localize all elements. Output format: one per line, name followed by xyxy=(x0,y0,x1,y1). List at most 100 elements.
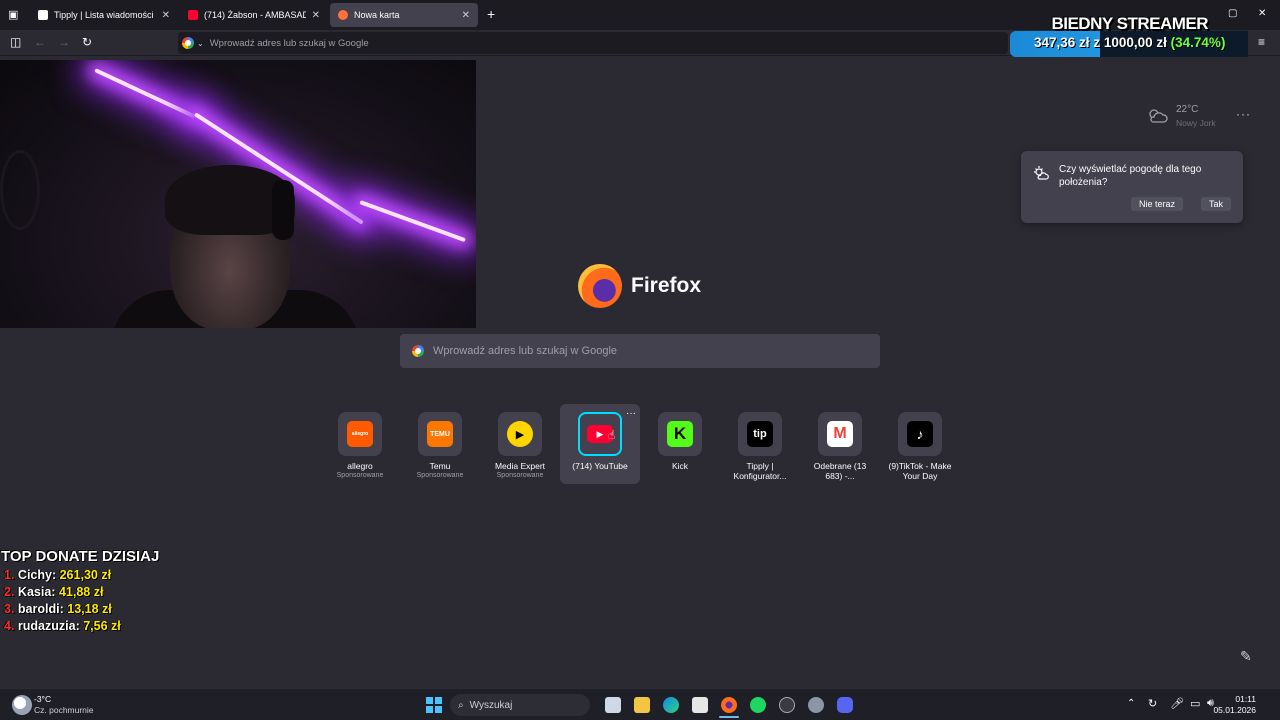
donor-row: 3. baroldi: 13,18 zł xyxy=(4,602,112,616)
site-label: Odebrane (13 683) -... xyxy=(813,461,867,481)
tab-list-icon[interactable]: ▣ xyxy=(8,8,18,21)
popup-message: Czy wyświetlać pogodę dla tego położenia… xyxy=(1059,164,1202,188)
top-site-tipply[interactable]: tip Tipply | Konfigurator... xyxy=(728,404,792,484)
clock-time: 01:11 xyxy=(1235,694,1256,704)
clock[interactable]: 01:11 05.01.2026 xyxy=(1213,694,1256,716)
sidebar-icon[interactable]: ◫ xyxy=(10,35,21,49)
weather-temperature: 22°C xyxy=(1176,104,1199,115)
taskbar-search[interactable]: ⌕ Wyszukaj xyxy=(450,694,590,716)
site-label: Tipply | Konfigurator... xyxy=(733,461,787,481)
tipply-icon: tip xyxy=(747,421,773,447)
windows-taskbar: -3°C Cz. pochmurnie ⌕ Wyszukaj ⌃ ↻ 🎤︎ ▭ … xyxy=(0,688,1280,720)
site-label: Media Expert xyxy=(494,461,546,471)
weather-sun-icon xyxy=(1034,166,1049,180)
top-site-youtube[interactable]: ▶ (714) YouTube ··· ☝ xyxy=(560,404,640,484)
taskbar-search-label: Wyszukaj xyxy=(469,699,513,711)
tab-tipply[interactable]: Tipply | Lista wiadomości ✕ xyxy=(30,3,178,27)
firefox-taskbar-icon[interactable] xyxy=(721,697,737,713)
google-icon[interactable] xyxy=(182,37,194,49)
active-app-indicator xyxy=(719,716,739,718)
weather-city: Nowy Jork xyxy=(1176,118,1216,128)
weather-widget[interactable]: 22°C Nowy Jork xyxy=(1146,102,1226,132)
url-placeholder: Wprowadź adres lub szukaj w Google xyxy=(209,37,369,49)
chevron-up-icon[interactable]: ⌃ xyxy=(1127,698,1135,709)
site-label: (9)TikTok - Make Your Day xyxy=(888,461,952,481)
firefox-favicon-icon xyxy=(338,10,348,20)
edge-icon[interactable] xyxy=(663,697,679,713)
goal-of: z xyxy=(1093,35,1101,50)
tile-more-options-icon[interactable]: ··· xyxy=(626,408,636,419)
close-icon[interactable]: ✕ xyxy=(462,10,470,21)
network-icon[interactable]: ▭ xyxy=(1190,697,1200,710)
youtube-favicon-icon xyxy=(188,10,198,20)
microphone-icon[interactable]: 🎤︎ xyxy=(1170,697,1184,710)
close-icon[interactable]: ✕ xyxy=(162,10,170,21)
url-bar[interactable]: ⌄ Wprowadź adres lub szukaj w Google xyxy=(178,32,1008,54)
weather-cloud-icon[interactable] xyxy=(12,695,32,715)
taskbar-weather-desc: Cz. pochmurnie xyxy=(34,705,94,715)
tab-title: Tipply | Lista wiadomości xyxy=(54,10,154,20)
menu-icon[interactable]: ≡ xyxy=(1258,35,1265,49)
site-sponsored: Sponsorowane xyxy=(496,472,544,479)
top-donate-title: TOP DONATE DZISIAJ xyxy=(1,548,160,565)
donor-row: 4. rudazuzia: 7,56 zł xyxy=(4,619,121,633)
search-box[interactable]: Wprowadź adres lub szukaj w Google xyxy=(400,334,880,368)
discord-icon[interactable] xyxy=(837,697,853,713)
top-site-media-expert[interactable]: ▶ Media Expert Sponsorowane xyxy=(488,404,552,484)
google-icon xyxy=(412,345,424,357)
taskbar-weather-temp: -3°C xyxy=(34,694,52,704)
not-now-button[interactable]: Nie teraz xyxy=(1131,197,1184,211)
tab-title: (714) Żabson - AMBASADOR - ... xyxy=(204,10,306,20)
search-icon: ⌕ xyxy=(458,699,464,711)
yes-button[interactable]: Tak xyxy=(1201,197,1232,211)
top-site-gmail[interactable]: M Odebrane (13 683) -... xyxy=(808,404,872,484)
settings-gear-icon[interactable] xyxy=(808,697,824,713)
site-label: (714) YouTube xyxy=(572,461,628,471)
spotify-icon[interactable] xyxy=(750,697,766,713)
tiktok-icon: ♪ xyxy=(907,421,933,447)
forward-arrow-icon[interactable]: → xyxy=(58,35,70,49)
top-site-temu[interactable]: TEMU Temu Sponsorowane xyxy=(408,404,472,484)
tipply-favicon-icon xyxy=(38,10,48,20)
tab-title: Nowa karta xyxy=(354,10,400,20)
top-site-tiktok[interactable]: ♪ (9)TikTok - Make Your Day xyxy=(888,404,952,484)
maximize-icon[interactable]: ▢ xyxy=(1228,8,1237,19)
goal-total: 1000,00 zł xyxy=(1103,35,1167,50)
donor-row: 2. Kasia: 41,88 zł xyxy=(4,585,104,599)
goal-text: 347,36 zł z 1000,00 zł (34.74%) xyxy=(1034,35,1225,50)
close-icon[interactable]: ✕ xyxy=(312,10,320,21)
site-label: Kick xyxy=(671,461,689,471)
media-expert-icon: ▶ xyxy=(507,421,533,447)
task-view-icon[interactable] xyxy=(605,697,621,713)
top-site-kick[interactable]: K Kick xyxy=(648,404,712,484)
close-window-icon[interactable]: ✕ xyxy=(1258,8,1266,19)
goal-percent: (34.74%) xyxy=(1170,35,1226,50)
donor-row: 1. Cichy: 261,30 zł xyxy=(4,568,112,582)
site-sponsored: Sponsorowane xyxy=(336,472,384,479)
gmail-icon: M xyxy=(827,421,853,447)
new-tab-plus-icon[interactable]: + xyxy=(487,6,495,22)
store-icon[interactable] xyxy=(692,697,708,713)
app-icon[interactable] xyxy=(779,697,795,713)
site-sponsored: Sponsorowane xyxy=(416,472,464,479)
chevron-down-icon[interactable]: ⌄ xyxy=(197,39,204,48)
clock-date: 05.01.2026 xyxy=(1213,705,1256,715)
sync-icon[interactable]: ↻ xyxy=(1148,697,1157,710)
top-site-allegro[interactable]: allegro allegro Sponsorowane xyxy=(328,404,392,484)
tab-youtube[interactable]: (714) Żabson - AMBASADOR - ... ✕ xyxy=(180,3,328,27)
customize-pencil-icon[interactable]: ✎ xyxy=(1240,648,1252,665)
partly-cloudy-icon xyxy=(1149,109,1168,123)
tab-new-tab[interactable]: Nowa karta ✕ xyxy=(330,3,478,27)
webcam-feed xyxy=(0,60,476,328)
allegro-icon: allegro xyxy=(347,421,373,447)
windows-start-icon[interactable] xyxy=(426,697,442,713)
goal-current: 347,36 zł xyxy=(1034,35,1090,50)
mouse-cursor-icon: ☝ xyxy=(608,428,616,442)
firefox-logo-icon xyxy=(578,264,622,308)
search-placeholder: Wprowadź adres lub szukaj w Google xyxy=(433,345,618,357)
back-arrow-icon[interactable]: ← xyxy=(34,35,46,49)
temu-icon: TEMU xyxy=(427,421,453,447)
file-explorer-icon[interactable] xyxy=(634,697,650,713)
reload-icon[interactable]: ↻ xyxy=(82,35,92,49)
more-options-icon[interactable]: ··· xyxy=(1236,107,1251,121)
